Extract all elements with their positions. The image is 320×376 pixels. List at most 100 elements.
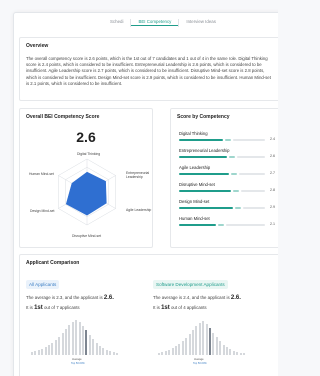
tab-bar: Schedi BEI Competency Interview Ideas — [103, 16, 223, 29]
competency-bar — [179, 139, 265, 141]
competency-value: 2.8 — [270, 188, 275, 192]
rank-prefix: It is — [26, 305, 33, 310]
distribution-bar — [75, 320, 78, 355]
distribution-bar — [58, 337, 61, 355]
average-text: The average is 2.3, and the applicant is — [26, 295, 103, 300]
competency-row: Digital Thinking 2.4 — [179, 131, 278, 141]
radar-label-entrepreneurial-leadership: Entrepreneurial Leadership — [126, 171, 150, 179]
radar-label-human-mindset: Human Mind-set — [29, 172, 54, 176]
overview-panel: Overview The overall competency score is… — [19, 37, 278, 101]
rank-prefix: It is — [153, 305, 160, 310]
distribution-bar — [31, 352, 33, 355]
radar-score-area — [65, 171, 107, 216]
competency-bar-segment — [179, 173, 229, 175]
competency-bar-segment — [239, 173, 265, 175]
competency-bar-segment — [179, 224, 216, 226]
radar-label-disruptive-mindset: Disruptive Mind-set — [72, 234, 102, 238]
distribution-bar — [105, 350, 108, 355]
competency-bar-segment — [225, 139, 231, 141]
overall-score-panel: Overall BEI Competency Score 2.6 Digital… — [19, 108, 153, 248]
competency-bar-segment — [226, 224, 265, 226]
distribution-bar — [44, 347, 47, 355]
tab-interview-ideas[interactable]: Interview Ideas — [179, 16, 223, 26]
distribution-bar — [229, 349, 232, 355]
distribution-bar — [226, 347, 228, 355]
comparison-rank-line: It is 1st out of 7 applicants — [26, 305, 131, 311]
competency-value: 2.4 — [270, 137, 275, 141]
distribution-bar — [95, 343, 98, 355]
distribution-bar — [92, 339, 95, 355]
report-screen: Schedi BEI Competency Interview Ideas Ov… — [0, 0, 278, 376]
rank-suffix: out of 7 applicants — [43, 305, 80, 310]
distribution-bar — [219, 341, 222, 355]
distribution-bar — [37, 350, 40, 355]
radar-label-agile-leadership: Agile Leadership — [126, 208, 152, 212]
distribution-bar — [158, 353, 160, 355]
distribution-bar — [205, 324, 208, 355]
distribution-bar — [239, 353, 242, 355]
competency-bar-segment — [179, 207, 233, 209]
competency-bar-segment — [243, 207, 265, 209]
competency-name: Entrepreneurial Leadership — [179, 148, 230, 153]
comparison-average-line: The average is 2.3, and the applicant is… — [26, 295, 131, 301]
distribution-bar — [181, 341, 184, 355]
distribution-bar — [168, 350, 171, 355]
distribution-bar — [188, 334, 191, 355]
distribution-bar — [178, 344, 181, 355]
average-marker-label: Average — [72, 358, 82, 361]
top-percent-label: Top 50.00% — [71, 362, 85, 365]
competency-bar — [179, 207, 265, 209]
applicant-bar — [209, 328, 211, 355]
distribution-bar — [222, 345, 225, 355]
comparison-all-applicants: All Applicants The average is 2.3, and t… — [26, 273, 131, 365]
competency-row: Entrepreneurial Leadership 2.6 — [179, 148, 278, 158]
comparison-rank-line: It is 1st out of 4 applicants — [153, 305, 258, 311]
competency-value: 2.7 — [270, 171, 275, 175]
distribution-bar — [71, 322, 74, 355]
competency-row: Design Mind-set 2.9 — [179, 199, 278, 209]
competency-bar-segment — [179, 190, 231, 192]
rank-suffix: out of 4 applicants — [170, 305, 207, 310]
tab-bei-competency[interactable]: BEI Competency — [131, 16, 179, 26]
competency-bar-segment — [179, 139, 223, 141]
distribution-bar — [202, 321, 205, 355]
competency-value: 2.6 — [270, 154, 275, 158]
distribution-bar — [112, 352, 115, 355]
competency-bar-segment — [233, 190, 239, 192]
competency-row: Human Mind-set 2.1 — [179, 216, 278, 226]
distribution-bar — [61, 333, 64, 355]
rank-value: 1st — [34, 305, 43, 311]
competency-name: Design Mind-set — [179, 199, 210, 204]
distribution-bar — [48, 345, 50, 355]
average-text: The average is 2.4, and the applicant is — [153, 295, 230, 300]
distribution-bar — [243, 353, 245, 355]
distribution-bar — [116, 353, 118, 355]
distribution-bar — [68, 325, 71, 355]
competency-bar — [179, 173, 265, 175]
distribution-bar — [185, 338, 188, 355]
applicant-score: 2.6. — [230, 295, 241, 301]
applicant-bar — [85, 330, 88, 355]
average-marker-label: Average — [194, 358, 204, 361]
distribution-bar — [236, 352, 239, 355]
competency-bar-segment — [218, 224, 224, 226]
distribution-bar — [78, 322, 81, 355]
applicant-comparison-panel: Applicant Comparison All Applicants The … — [19, 254, 278, 376]
distribution-chart — [31, 319, 121, 355]
distribution-bar — [164, 351, 167, 355]
top-percent-label: Top 50.00% — [193, 362, 207, 365]
distribution-bar — [195, 326, 198, 355]
competency-bar-segment — [231, 173, 237, 175]
distribution-bar — [192, 330, 194, 355]
distribution-bar — [175, 346, 177, 355]
competency-bar-segment — [179, 156, 227, 158]
chip-all-applicants[interactable]: All Applicants — [26, 280, 60, 289]
competency-bar — [179, 224, 265, 226]
tab-schedule[interactable]: Schedi — [103, 16, 130, 26]
distribution-bar — [82, 326, 84, 355]
competency-name: Agile Leadership — [179, 165, 211, 170]
chip-software-dev-applicants[interactable]: Software Development Applicants — [153, 280, 228, 289]
competency-row: Disruptive Mind-set 2.8 — [179, 182, 278, 192]
competency-bar — [179, 190, 265, 192]
distribution-bar — [212, 333, 215, 355]
